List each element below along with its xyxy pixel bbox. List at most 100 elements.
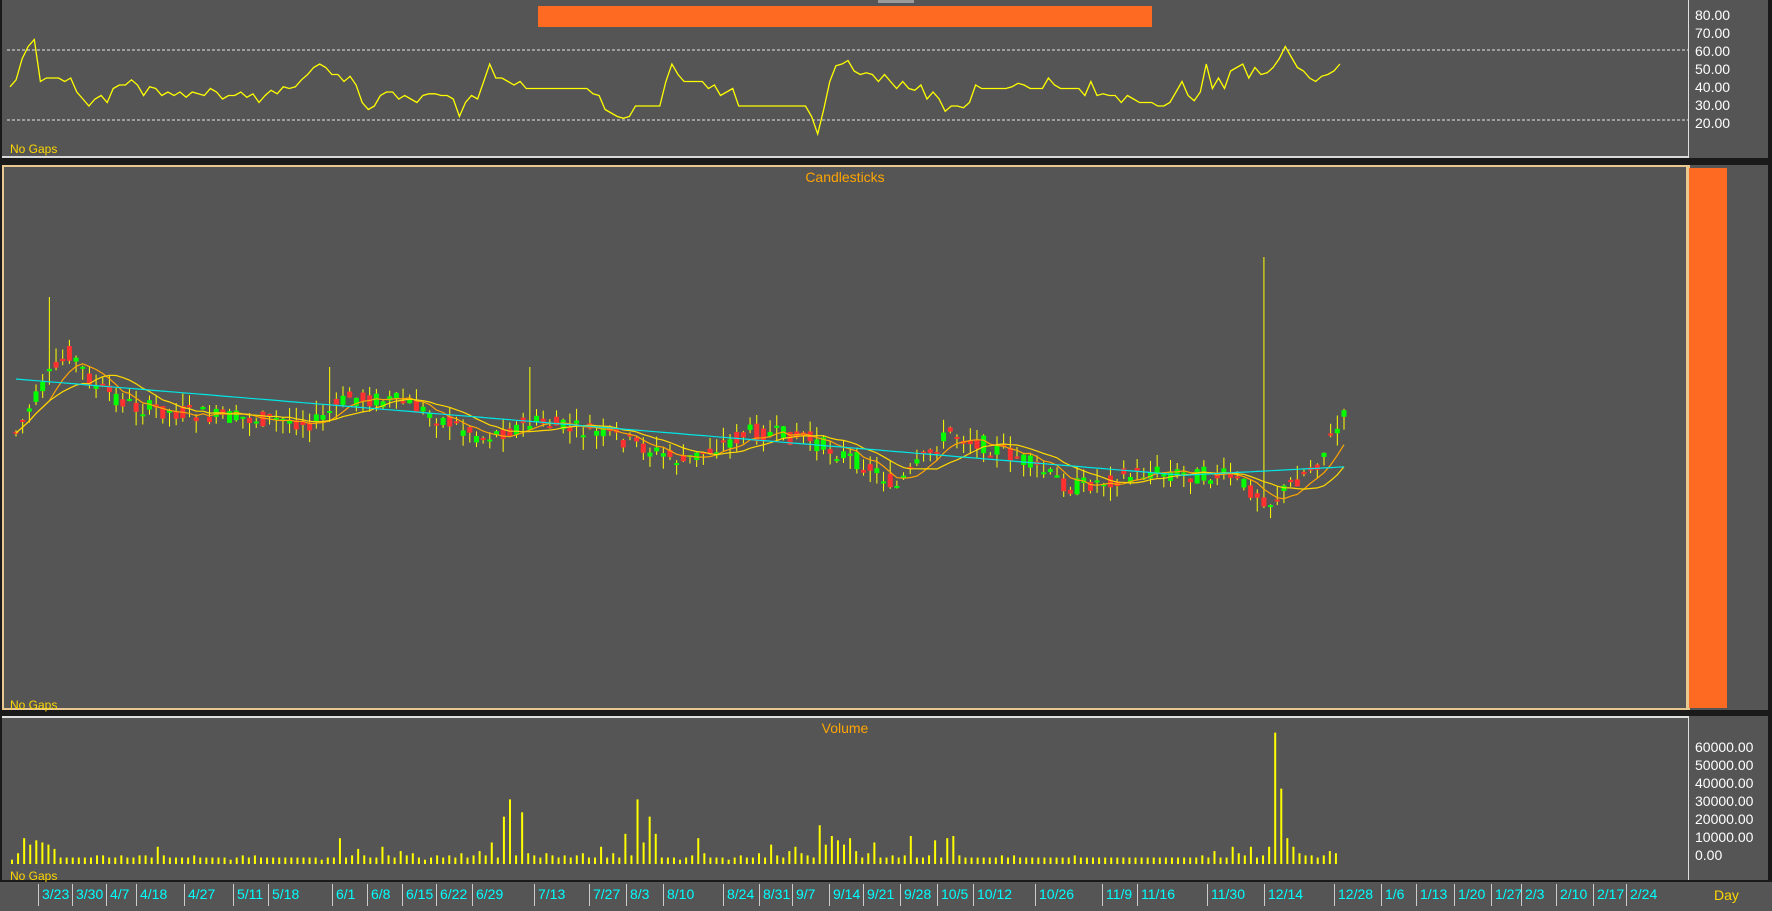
volume-axis: 60000.00 50000.00 40000.00 30000.00 20000.00… [1688,716,1768,880]
date-separator [723,884,724,906]
date-label: 6/8 [371,886,391,902]
candle-body [207,416,213,423]
date-label: 6/1 [336,886,356,902]
candle-body [894,485,900,488]
candle-body [247,417,253,423]
date-label: 9/28 [904,886,932,902]
candle-body [33,391,39,402]
candle-body [1188,478,1194,483]
date-label: 1/20 [1458,886,1486,902]
candle-body [140,414,146,417]
candle-body [727,439,733,448]
candle-body [1334,428,1340,434]
rsi-axis-tick: 20.00 [1695,115,1731,131]
date-label: 5/18 [272,886,300,902]
volume-chart [11,732,1337,864]
ma-slow-line [15,378,1345,476]
volume-footer: No Gaps [10,869,58,883]
candle-body [1294,479,1300,487]
date-separator [589,884,590,906]
date-separator [472,884,473,906]
ma-fast-line [15,363,1345,500]
candle-body [847,453,853,456]
period-label[interactable]: Day [1714,887,1739,903]
date-separator [1556,884,1557,906]
candle-body [1027,455,1033,468]
volume-axis-tick: 30000.00 [1695,793,1754,809]
candle-body [1047,468,1053,473]
date-label: 1/6 [1385,886,1405,902]
date-separator [233,884,234,906]
rsi-axis-tick: 40.00 [1695,79,1731,95]
date-separator [1207,884,1208,906]
date-separator [1102,884,1103,906]
candle-body [327,410,333,413]
volume-axis-tick: 0.00 [1695,847,1723,863]
candle-body [360,392,366,402]
candle-body [987,455,993,458]
candle-body [1234,476,1240,479]
candle-body [1221,468,1227,473]
date-label: 4/27 [188,886,216,902]
candle-body [534,415,540,422]
candle-body [901,475,907,478]
date-label: 6/29 [476,886,504,902]
candle-body [1041,472,1047,475]
date-label: 3/23 [42,886,70,902]
date-label: 10/26 [1039,886,1075,902]
rsi-footer: No Gaps [10,142,58,156]
candle-body [193,417,199,422]
candle-body [480,438,486,441]
candle-body [253,421,259,424]
date-label: 7/27 [593,886,621,902]
date-separator [136,884,137,906]
candle-body [840,451,846,459]
candle-body [393,392,399,399]
candle-panel: Candlesticks No Gaps [2,165,1688,711]
date-label: 6/15 [406,886,434,902]
date-label: 8/31 [763,886,791,902]
date-separator [900,884,901,906]
candle-body [580,435,586,438]
candle-body [947,427,953,432]
candle-body [574,420,580,424]
candle-body [120,399,126,407]
date-separator [863,884,864,906]
candle-body [487,439,493,442]
candle-body [40,381,46,392]
date-label: 4/18 [140,886,168,902]
candle-body [427,413,433,418]
date-label: 6/22 [440,886,468,902]
candle-body [1094,480,1100,483]
date-label: 2/24 [1630,886,1658,902]
candle-body [867,464,873,471]
candle-body [453,421,459,424]
date-separator [663,884,664,906]
candle-body [60,358,66,362]
date-separator [759,884,760,906]
candle-body [80,366,86,369]
candle-body [133,402,139,412]
rsi-axis-tick: 60.00 [1695,43,1731,59]
candle-body [1181,472,1187,475]
rsi-chart [7,38,1688,137]
candle-body [740,432,746,438]
candle-body [981,435,987,454]
candle-body [126,398,132,401]
candle-body [760,428,766,442]
candle-body [834,459,840,462]
date-label: 5/11 [237,886,264,902]
candle-body [887,473,893,488]
volume-axis-tick: 40000.00 [1695,775,1754,791]
candle-body [413,401,419,412]
candle-body [514,424,520,435]
date-separator [1381,884,1382,906]
date-label: 9/14 [833,886,861,902]
candle-body [473,436,479,443]
candle-body [954,436,960,439]
date-separator [1491,884,1492,906]
candle-body [1274,499,1280,502]
candle-orange-bar [1689,168,1727,708]
candle-body [634,437,640,442]
date-label: 11/30 [1211,886,1245,902]
